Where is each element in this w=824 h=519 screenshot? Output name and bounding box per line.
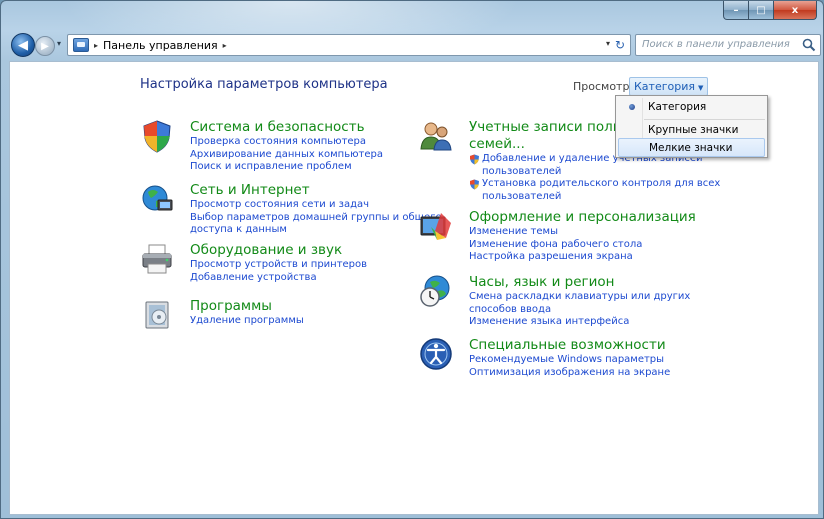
link-check-status[interactable]: Проверка состояния компьютера	[190, 136, 383, 149]
link-optimize-display[interactable]: Оптимизация изображения на экране	[469, 367, 670, 380]
page-title: Настройка параметров компьютера	[140, 77, 388, 92]
link-network-status[interactable]: Просмотр состояния сети и задач	[190, 199, 442, 212]
breadcrumb-separator-end[interactable]: ▸	[223, 41, 227, 50]
menu-item-label: Крупные значки	[648, 124, 739, 136]
uac-shield-icon	[470, 154, 479, 165]
link-homegroup-cont[interactable]: доступа к данным	[190, 224, 442, 237]
category-title[interactable]: Оформление и персонализация	[469, 209, 696, 226]
category-title[interactable]: Оборудование и звук	[190, 242, 367, 259]
search-icon[interactable]	[802, 38, 816, 52]
radio-bullet-icon	[629, 104, 635, 110]
link-devices-printers[interactable]: Просмотр устройств и принтеров	[190, 259, 367, 272]
view-label: Просмотр:	[573, 80, 634, 93]
link-change-theme[interactable]: Изменение темы	[469, 226, 696, 239]
printer-icon	[142, 244, 172, 274]
menu-item-small-icons[interactable]: Мелкие значки	[618, 138, 765, 157]
back-button[interactable]: ◀	[11, 33, 35, 57]
control-panel-icon	[73, 38, 89, 52]
link-parental-controls-cont[interactable]: пользователей	[469, 191, 720, 204]
breadcrumb-control-panel[interactable]: Панель управления	[103, 39, 218, 52]
search-input[interactable]: Поиск в панели управления	[635, 34, 821, 56]
link-homegroup[interactable]: Выбор параметров домашней группы и общег…	[190, 212, 442, 225]
uac-shield-icon	[470, 179, 479, 190]
menu-item-label: Категория	[648, 101, 707, 113]
caption-buttons: – □ x	[723, 1, 817, 20]
link-recommended-settings[interactable]: Рекомендуемые Windows параметры	[469, 354, 670, 367]
menu-item-category[interactable]: Категория	[618, 98, 765, 117]
view-select[interactable]: Категория ▼	[629, 77, 709, 96]
category-title[interactable]: Специальные возможности	[469, 337, 670, 354]
link-uninstall[interactable]: Удаление программы	[190, 315, 304, 328]
link-add-remove-accounts-cont[interactable]: пользователей	[469, 166, 720, 179]
chevron-down-icon: ▼	[697, 84, 704, 92]
link-display-language[interactable]: Изменение языка интерфейса	[469, 316, 690, 329]
forward-button[interactable]: ▶	[35, 36, 55, 56]
search-placeholder: Поиск в панели управления	[642, 39, 790, 50]
link-keyboard-layout[interactable]: Смена раскладки клавиатуры или других	[469, 291, 690, 304]
link-troubleshoot[interactable]: Поиск и исправление проблем	[190, 161, 383, 174]
link-parental-controls[interactable]: Установка родительского контроля для все…	[469, 178, 720, 191]
view-menu: Категория Крупные значки Мелкие значки	[615, 95, 768, 158]
link-screen-resolution[interactable]: Настройка разрешения экрана	[469, 251, 696, 264]
link-change-wallpaper[interactable]: Изменение фона рабочего стола	[469, 239, 696, 252]
category-title[interactable]: Система и безопасность	[190, 119, 383, 136]
category-title[interactable]: Часы, язык и регион	[469, 274, 690, 291]
recent-pages-dropdown[interactable]: ▾	[57, 39, 61, 48]
link-keyboard-layout-cont[interactable]: способов ввода	[469, 304, 690, 317]
breadcrumb-separator[interactable]: ▸	[94, 41, 98, 50]
view-selected-value: Категория	[634, 80, 695, 93]
close-button[interactable]: x	[774, 1, 817, 20]
menu-separator	[644, 119, 765, 120]
category-title[interactable]: Сеть и Интернет	[190, 182, 442, 199]
control-panel-window: – □ x ◀ ▶ ▾ ▸ Панель управления ▸ ▾ ↻ По…	[0, 0, 824, 519]
accessibility-icon	[420, 338, 452, 370]
minimize-button[interactable]: –	[723, 1, 749, 20]
users-icon	[420, 122, 452, 151]
shield-icon	[143, 120, 171, 153]
category-title[interactable]: Программы	[190, 298, 304, 315]
globe-network-icon	[142, 185, 173, 211]
refresh-button[interactable]: ↻	[612, 37, 628, 53]
address-bar[interactable]: ▸ Панель управления ▸ ▾ ↻	[67, 34, 631, 56]
link-add-device[interactable]: Добавление устройства	[190, 272, 367, 285]
link-backup[interactable]: Архивирование данных компьютера	[190, 149, 383, 162]
programs-icon	[145, 301, 169, 329]
navigation-bar: ◀ ▶ ▾ ▸ Панель управления ▸ ▾ ↻ Поиск в …	[1, 29, 823, 59]
address-dropdown-button[interactable]: ▾	[606, 39, 610, 48]
clock-globe-icon	[420, 275, 450, 307]
personalization-icon	[420, 213, 451, 240]
menu-item-label: Мелкие значки	[649, 142, 733, 154]
maximize-button[interactable]: □	[749, 1, 774, 20]
